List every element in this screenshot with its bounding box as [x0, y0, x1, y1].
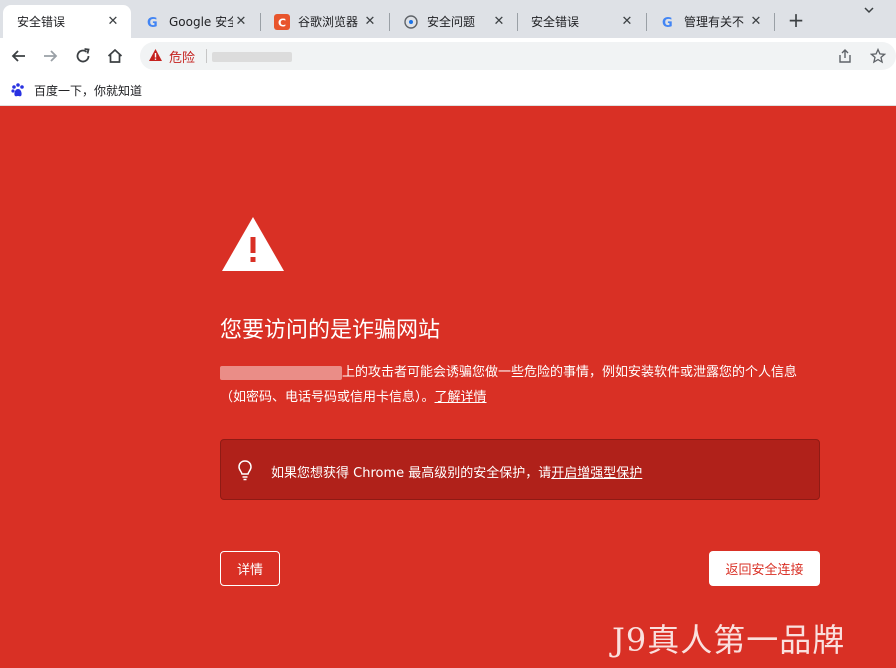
watermark-text: J9真人第一品牌: [612, 621, 846, 659]
tab-close-icon[interactable]: ✕: [105, 14, 121, 30]
tab-strip: 安全错误 ✕ G Google 安全 ✕ C 谷歌浏览器 ✕ 安全问题 ✕ 安全…: [0, 0, 896, 38]
svg-text:G: G: [662, 16, 673, 29]
orange-c-icon: C: [274, 13, 290, 30]
lightbulb-icon: [236, 459, 254, 481]
chevron-down-icon[interactable]: [862, 2, 876, 16]
svg-text:G: G: [147, 16, 158, 29]
tab-title: 安全错误: [17, 15, 66, 29]
security-label: 危险: [169, 50, 196, 66]
svg-text:C: C: [278, 16, 286, 29]
tab-close-icon[interactable]: ✕: [491, 14, 507, 30]
share-icon[interactable]: [837, 48, 853, 64]
star-bookmark-icon[interactable]: [869, 47, 887, 64]
help-icon: [403, 14, 419, 30]
tab-title: 管理有关不: [684, 15, 745, 29]
site-name-redacted: [220, 365, 342, 380]
enable-enhanced-protection-link[interactable]: 开启增强型保护: [551, 466, 642, 481]
address-bar[interactable]: 危险: [140, 42, 896, 70]
google-g-icon: G: [145, 14, 161, 30]
bookmark-label: 百度一下，你就知道: [34, 83, 143, 98]
page-title: 您要访问的是诈骗网站: [220, 318, 441, 343]
security-interstitial: 您要访问的是诈骗网站 上的攻击者可能会诱骗您做一些危险的事情，例如安装软件或泄露…: [0, 107, 896, 668]
tab-0[interactable]: 安全错误 ✕: [3, 5, 131, 38]
tab-close-icon[interactable]: ✕: [362, 14, 378, 30]
back-to-safety-button[interactable]: 返回安全连接: [709, 551, 820, 586]
back-arrow-icon[interactable]: [9, 46, 29, 66]
tab-4[interactable]: 安全错误 ✕: [517, 5, 645, 38]
new-tab-button[interactable]: +: [786, 10, 806, 30]
enhanced-protection-prefix: 如果您想获得 Chrome 最高级别的安全保护，请: [271, 466, 552, 481]
tab-2[interactable]: C 谷歌浏览器 ✕: [260, 5, 388, 38]
tab-title: 安全问题: [427, 15, 476, 29]
tab-close-icon[interactable]: ✕: [748, 14, 764, 30]
reload-icon[interactable]: [73, 46, 93, 66]
details-button[interactable]: 详情: [220, 551, 280, 586]
google-g-icon: G: [660, 14, 676, 30]
tab-3[interactable]: 安全问题 ✕: [389, 5, 517, 38]
address-separator: [206, 49, 207, 63]
tab-1[interactable]: G Google 安全 ✕: [131, 5, 259, 38]
warning-triangle-icon: [220, 215, 286, 273]
home-icon[interactable]: [105, 46, 125, 66]
baidu-paw-icon: [10, 82, 26, 98]
tab-close-icon[interactable]: ✕: [233, 14, 249, 30]
warning-description: 上的攻击者可能会诱骗您做一些危险的事情，例如安装软件或泄露您的个人信息（如密码、…: [220, 360, 820, 410]
bookmarks-bar: 百度一下，你就知道: [0, 74, 896, 106]
tab-title: 安全错误: [531, 15, 580, 29]
tab-title: Google 安全: [169, 15, 233, 29]
url-text-redacted[interactable]: [212, 52, 292, 62]
security-indicator[interactable]: 危险: [148, 47, 196, 66]
tab-5[interactable]: G 管理有关不 ✕: [646, 5, 774, 38]
tab-close-icon[interactable]: ✕: [619, 14, 635, 30]
tab-separator: [774, 13, 775, 31]
enhanced-protection-promo: 如果您想获得 Chrome 最高级别的安全保护，请开启增强型保护: [220, 439, 820, 500]
forward-arrow-icon[interactable]: [40, 46, 60, 66]
browser-toolbar: 危险: [0, 38, 896, 74]
learn-more-link[interactable]: 了解详情: [435, 390, 487, 405]
bookmark-baidu[interactable]: 百度一下，你就知道: [10, 80, 142, 100]
enhanced-protection-text: 如果您想获得 Chrome 最高级别的安全保护，请开启增强型保护: [271, 462, 642, 481]
tab-title: 谷歌浏览器: [298, 15, 359, 29]
warning-triangle-icon: [148, 47, 163, 66]
